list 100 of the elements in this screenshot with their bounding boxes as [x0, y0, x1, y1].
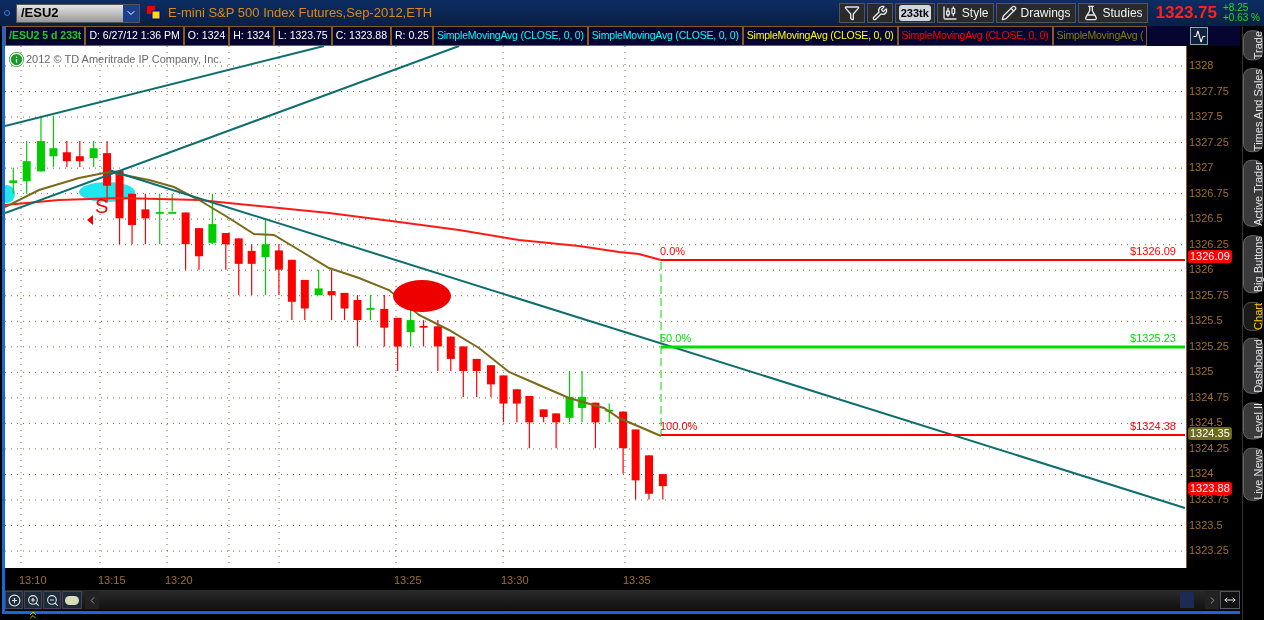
- candlestick: [525, 395, 534, 449]
- candlestick: [459, 345, 468, 398]
- side-tab[interactable]: Active Trader: [1243, 160, 1263, 228]
- price-axis-label: 1326.25: [1189, 237, 1229, 251]
- candlestick: [658, 473, 667, 501]
- candlestick: [419, 319, 428, 348]
- price-axis-label: 1325: [1189, 365, 1214, 379]
- last-price: 1323.75: [1155, 2, 1217, 25]
- price-tag: 1324.35: [1188, 427, 1232, 440]
- dropdown-button[interactable]: [123, 4, 139, 22]
- candlestick: [168, 193, 177, 214]
- side-tab[interactable]: Big Buttons: [1243, 235, 1263, 294]
- price-axis-label: 1326.5: [1189, 212, 1223, 226]
- fit-width-button[interactable]: [1220, 591, 1240, 609]
- candlestick: [539, 408, 548, 423]
- price-axis-label: 1323.75: [1189, 493, 1229, 506]
- price-axis-label: 1323.25: [1189, 544, 1229, 558]
- candlestick: [327, 269, 336, 321]
- candlestick: [314, 269, 323, 296]
- candlestick: [208, 193, 217, 245]
- toolbar-button[interactable]: Style: [936, 3, 994, 23]
- line-chart-icon: [1192, 29, 1206, 43]
- ellipse-tool-button[interactable]: [62, 591, 82, 609]
- price-axis-label: 1323.5: [1189, 518, 1223, 532]
- price-axis-label: 1327.5: [1189, 110, 1223, 124]
- highlight-ellipse: [393, 280, 451, 312]
- side-tab[interactable]: Times And Sales: [1243, 68, 1263, 153]
- candlestick: [62, 140, 71, 168]
- quote-field: R: 0.25: [391, 26, 433, 46]
- zoom-out-button[interactable]: [43, 591, 61, 609]
- toolbar-icon-button[interactable]: [866, 3, 893, 23]
- candlestick: [287, 259, 296, 321]
- time-axis-label: 13:15: [98, 573, 126, 588]
- candlestick-icon: [941, 5, 958, 21]
- candlestick: [433, 319, 442, 372]
- study-label: SimpleMovingAvg (: [1052, 26, 1148, 46]
- pencil-icon: [1000, 5, 1017, 21]
- price-axis-label: 1327.75: [1189, 84, 1229, 98]
- flask-icon: [1082, 5, 1099, 21]
- price-axis-label: 1325.75: [1189, 288, 1229, 302]
- candlestick: [605, 402, 614, 423]
- side-tab[interactable]: Chart: [1243, 301, 1263, 331]
- candlestick: [195, 227, 203, 271]
- side-tab[interactable]: Dashboard: [1243, 338, 1263, 395]
- fibonacci-price: $1324.38: [1130, 420, 1176, 433]
- scrollbar-thumb[interactable]: [1180, 592, 1194, 608]
- tick-count-button[interactable]: 233tk: [894, 3, 935, 23]
- study-chart-button[interactable]: [1190, 27, 1208, 45]
- candlestick: [9, 167, 18, 195]
- candlestick: [565, 370, 574, 423]
- candlestick: [128, 193, 137, 245]
- side-tab[interactable]: Trade: [1243, 30, 1263, 61]
- price-axis-label: 1324.5: [1189, 416, 1223, 429]
- candlestick: [552, 412, 561, 449]
- link-squares-icon: [146, 5, 162, 21]
- price-axis-label: 1325.5: [1189, 314, 1223, 328]
- study-label: SimpleMovingAvg (CLOSE, 0, 0): [742, 26, 898, 46]
- quote-field: H: 1324: [229, 26, 274, 46]
- candlestick: [300, 279, 309, 321]
- candlestick: [234, 237, 243, 296]
- zoom-in-button[interactable]: [24, 591, 42, 609]
- price-axis-label: 1325.25: [1189, 339, 1229, 353]
- fibonacci-percent: 0.0%: [660, 245, 686, 258]
- side-tab[interactable]: Live News: [1243, 447, 1263, 501]
- candlestick: [353, 294, 362, 348]
- zoom-in-icon: [26, 593, 40, 607]
- candlestick: [472, 358, 481, 398]
- candlestick: [221, 232, 230, 271]
- quote-field: C: 1323.88: [331, 26, 392, 46]
- candlestick: [36, 115, 45, 173]
- price-axis-label: 1326: [1189, 263, 1214, 277]
- candlestick: [380, 294, 389, 348]
- time-axis-label: 13:30: [501, 573, 529, 588]
- candlestick: [645, 454, 653, 501]
- instrument-title: E-mini S&P 500 Index Futures,Sep-2012,ETH: [168, 4, 433, 23]
- candlestick: [274, 243, 283, 296]
- price-axis-label: 1324.25: [1189, 441, 1229, 455]
- funnel-icon: [843, 5, 860, 21]
- price-axis-label: 1327: [1189, 161, 1214, 175]
- symbol-field[interactable]: /ESU2: [16, 3, 140, 23]
- candlestick: [22, 140, 31, 195]
- symbol-label: /ESU2 5 d 233t: [5, 26, 86, 46]
- toolbar-button[interactable]: Studies: [1077, 3, 1148, 23]
- expand-icon[interactable]: [27, 609, 39, 620]
- crosshair-icon: [7, 593, 21, 607]
- candlestick: [141, 193, 150, 245]
- info-icon: [9, 51, 24, 67]
- side-tab[interactable]: Level II: [1243, 402, 1263, 440]
- study-label: SimpleMovingAvg (CLOSE, 0, 0): [897, 26, 1053, 46]
- toolbar-button[interactable]: Drawings: [995, 3, 1076, 23]
- sell-signal-label: S: [95, 196, 109, 216]
- price-axis-label: 1324.75: [1189, 390, 1229, 404]
- fibonacci-percent: 50.0%: [660, 332, 692, 345]
- quote-field: D: 6/27/12 1:36 PM: [85, 26, 184, 46]
- crosshair-button[interactable]: [5, 591, 23, 609]
- candlestick: [499, 374, 508, 423]
- copyright-text: 2012 © TD Ameritrade IP Company, Inc.: [26, 52, 222, 67]
- toolbar-icon-button[interactable]: [838, 3, 865, 23]
- price-axis-label: 1328: [1189, 59, 1214, 72]
- wrench-icon: [871, 5, 888, 21]
